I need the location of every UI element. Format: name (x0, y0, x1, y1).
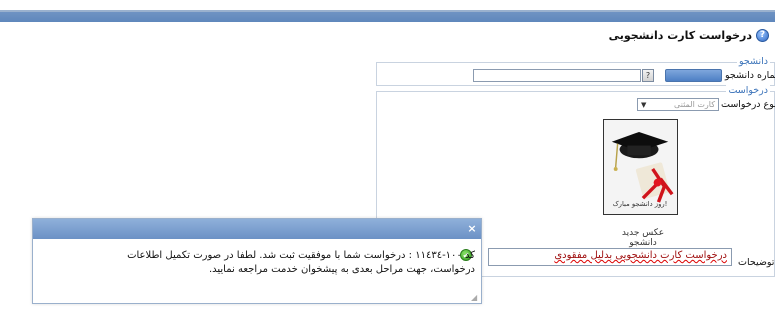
chevron-down-icon: ▼ (641, 100, 647, 109)
student-name-field[interactable] (473, 69, 641, 82)
page-header: ? درخواست کارت دانشجویی (609, 27, 769, 43)
top-bar (0, 0, 775, 22)
dialog-titlebar[interactable]: × (33, 219, 481, 239)
student-legend: دانشجو (736, 56, 770, 67)
student-lookup-button[interactable]: ? (642, 69, 654, 82)
student-number-label: شماره دانشجو (725, 70, 775, 81)
student-photo: روز دانشجو مبارک! (603, 119, 678, 215)
request-type-label: نوع درخواست (721, 99, 775, 110)
success-dialog: × ✔ کد ۱۰۰-۱۱٤۳٤ : درخواست شما با موفقیت… (32, 218, 482, 304)
graduation-cap-image: روز دانشجو مبارک! (604, 120, 677, 214)
student-number-field[interactable] (665, 69, 722, 82)
photo-caption: عکس جدید دانشجو (621, 228, 665, 248)
help-icon[interactable]: ? (756, 28, 769, 42)
photo-overlay-text: روز دانشجو مبارک! (613, 200, 668, 208)
description-field[interactable]: درخواست کارت دانشجویی بدلیل مفقودی (488, 248, 732, 266)
request-legend: درخواست (726, 85, 770, 96)
close-icon[interactable]: × (466, 222, 478, 235)
request-type-select[interactable]: کارت المثنی ▼ (637, 98, 719, 111)
request-type-value: کارت المثنی (674, 100, 715, 109)
resize-grip-icon[interactable]: ◢ (471, 293, 480, 302)
dialog-message: کد ۱۰۰-۱۱٤۳٤ : درخواست شما با موفقیت ثبت… (127, 250, 475, 275)
description-label: توضیحات (738, 257, 775, 268)
page-title: درخواست کارت دانشجویی (608, 28, 752, 42)
